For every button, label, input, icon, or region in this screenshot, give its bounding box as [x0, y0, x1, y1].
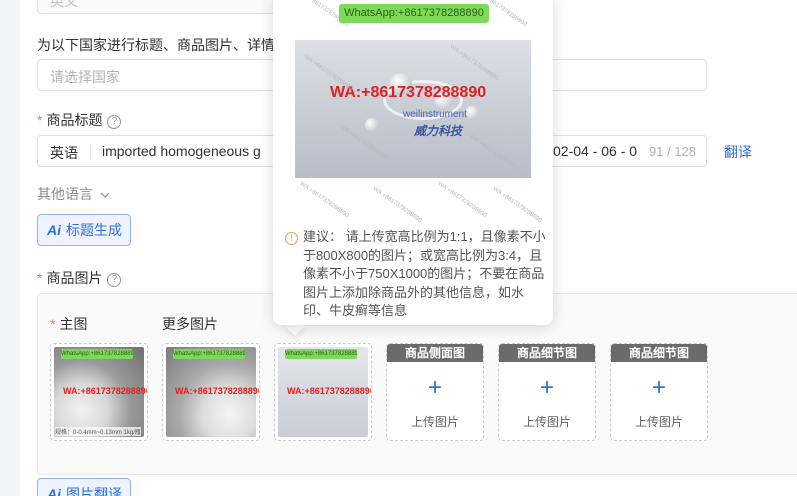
plus-icon: +: [539, 374, 554, 401]
upload-label: 上传图片: [634, 415, 683, 429]
watermark-text: WA:+8617378288890: [448, 43, 500, 83]
product-image-thumb[interactable]: WhatsApp:+8617378288890 WA:+861737828889…: [162, 343, 260, 441]
upload-side-image[interactable]: 商品侧面图 + 上传图片: [386, 343, 484, 441]
product-shape: [365, 118, 379, 132]
images-label-text: 商品图片: [46, 270, 103, 286]
product-image-thumb[interactable]: WhatsApp:+8617378288890 WA:+861737828889…: [274, 343, 372, 441]
title-char-count: 91 / 128: [647, 144, 696, 159]
ai-image-translate-button[interactable]: Ai 图片翻译: [37, 478, 131, 496]
ai-icon: Ai: [47, 222, 61, 238]
title-language-tag[interactable]: 英语: [50, 143, 78, 163]
watermark-text: WA:+8617378288890: [491, 185, 543, 225]
required-mark: *: [50, 316, 56, 332]
brand-logo-text: 威力科技: [414, 124, 463, 138]
plus-icon: +: [651, 374, 666, 401]
title-label-text: 商品标题: [46, 112, 103, 128]
product-title-value: imported homogeneous g: [102, 143, 261, 159]
brand-text: weilinstrument: [403, 109, 467, 120]
ai-title-generate-label: 标题生成: [66, 222, 122, 238]
country-section-label: 为以下国家进行标题、商品图片、详情: [37, 37, 275, 53]
thumb-caption: 规格：0-0.4mm~0.13mm 1kg/瓶: [55, 427, 141, 436]
watermark-green: WhatsApp:+8617378288890: [339, 4, 489, 23]
watermark-green: WhatsApp:+8617378288890: [285, 349, 357, 359]
translate-link[interactable]: 翻译: [724, 142, 752, 162]
upload-label: 上传图片: [410, 415, 459, 429]
other-languages-toggle[interactable]: 其他语言: [37, 184, 110, 204]
watermark-text: WA:+8617378288890: [468, 133, 520, 173]
image-guidelines-text: 建议： 请上传宽高比例为1:1，且像素不小于800X800的图片；或宽高比例为3…: [303, 229, 546, 318]
product-shape: [465, 106, 479, 120]
upload-slot-title: 商品细节图: [499, 344, 595, 362]
watermark-text: WA:+8617378288890: [298, 180, 350, 220]
help-icon[interactable]: ?: [107, 273, 122, 287]
images-section-label: * 商品图片?: [37, 268, 122, 288]
watermark-text: WA:+8617378288890: [302, 53, 354, 93]
upload-label: 上传图片: [522, 415, 571, 429]
required-mark: *: [37, 112, 43, 128]
upload-slot-title: 商品侧面图: [387, 344, 483, 362]
ai-icon: Ai: [47, 486, 61, 496]
language-field-value: 英文: [50, 0, 78, 9]
upload-detail-image[interactable]: 商品细节图 + 上传图片: [498, 343, 596, 441]
help-icon[interactable]: ?: [107, 115, 122, 129]
required-mark: *: [37, 270, 43, 286]
watermark-red: WA:+8617378288890: [287, 386, 372, 396]
title-section-label: * 商品标题?: [37, 110, 122, 130]
divider: [90, 144, 91, 160]
watermark-red: WA:+8617378288890: [175, 386, 260, 396]
plus-icon: +: [427, 374, 442, 401]
left-gutter: [0, 0, 20, 496]
chevron-down-icon: [100, 192, 110, 198]
more-images-label: 更多图片: [162, 316, 218, 332]
watermark-text: WA:+8617378288890: [436, 180, 488, 220]
warning-icon: !: [285, 232, 298, 245]
watermark-green: WhatsApp:+8617378288890: [61, 349, 133, 359]
watermark-red: WA:+8617378288890: [63, 386, 148, 396]
ai-title-generate-button[interactable]: Ai 标题生成: [37, 214, 131, 246]
main-image-label: * 主图: [50, 314, 87, 334]
product-title-value-tail: 02-04 - 06 - 0: [553, 143, 638, 159]
ai-image-translate-label: 图片翻译: [66, 486, 122, 496]
country-select-placeholder: 请选择国家: [50, 69, 120, 85]
watermark-green: WhatsApp:+8617378288890: [173, 349, 245, 359]
main-image-label-text: 主图: [59, 316, 88, 332]
product-preview-image: WA:+8617378288890 weilinstrument 威力科技 WA…: [295, 40, 531, 178]
watermark-text: WA:+8617378288890: [338, 123, 390, 163]
other-languages-label: 其他语言: [37, 186, 93, 202]
upload-detail-image[interactable]: 商品细节图 + 上传图片: [610, 343, 708, 441]
product-image-thumb-main[interactable]: WhatsApp:+8617378288890 WA:+861737828889…: [50, 343, 148, 441]
upload-slot-title: 商品细节图: [611, 344, 707, 362]
image-preview-popover: WA:+8617378288890 WA:+8617378288890 What…: [273, 0, 553, 325]
watermark-text: WA:+8617378288890: [371, 185, 423, 225]
